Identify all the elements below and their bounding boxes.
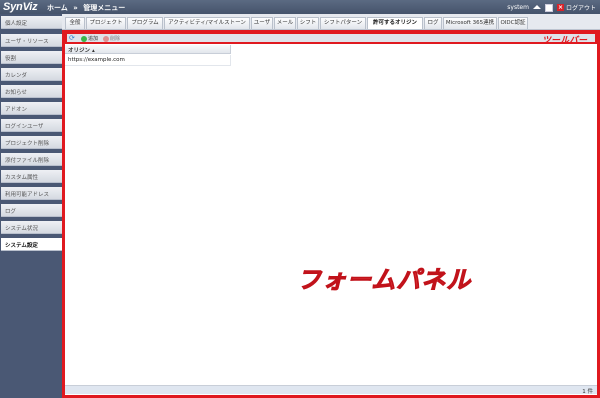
breadcrumb-current: 管理メニュー	[83, 4, 126, 12]
sidebar-item-system-status[interactable]: システム状況	[1, 221, 62, 234]
delete-label: 削除	[110, 36, 121, 42]
refresh-button[interactable]: ⟳	[69, 35, 75, 42]
user-name: system	[507, 4, 529, 11]
app-header: SynViz ホーム » 管理メニュー system × ログアウト	[0, 0, 600, 14]
sidebar-item-personal-settings[interactable]: 個人設定	[1, 16, 62, 29]
add-icon	[81, 35, 87, 42]
sort-asc-icon: ▴	[91, 48, 95, 54]
sidebar-item-users-resources[interactable]: ユーザ・リソース	[1, 34, 62, 47]
breadcrumb-home[interactable]: ホーム	[47, 4, 68, 12]
window-icon[interactable]	[544, 3, 553, 12]
sidebar-item-calendar[interactable]: カレンダ	[1, 68, 62, 81]
logout-label: ログアウト	[565, 5, 596, 12]
tab-program[interactable]: プログラム	[127, 17, 163, 29]
add-button[interactable]: 追加	[81, 35, 98, 42]
settings-tabbar: 全般 プロジェクト プログラム アクティビティ/マイルストーン ユーザ メール …	[62, 14, 600, 30]
tab-shift-pattern[interactable]: シフトパターン	[320, 17, 366, 29]
sidebar-item-log[interactable]: ログ	[1, 204, 62, 217]
delete-button[interactable]: 削除	[103, 35, 120, 42]
sidebar-item-roles[interactable]: 役割	[1, 51, 62, 64]
record-count: 1 件	[582, 389, 593, 395]
sidebar: 個人設定 ユーザ・リソース 役割 カレンダ お知らせ アドオン ログインユーザ …	[0, 14, 62, 398]
delete-icon	[103, 35, 109, 42]
logout-icon: ×	[556, 4, 564, 11]
header-actions: system × ログアウト	[507, 3, 596, 12]
sidebar-item-custom-attributes[interactable]: カスタム属性	[1, 170, 62, 183]
tab-log[interactable]: ログ	[424, 17, 442, 29]
table-row[interactable]: https://example.com	[65, 55, 231, 66]
tab-microsoft-365[interactable]: Microsoft 365連携	[443, 17, 497, 29]
tab-shift[interactable]: シフト	[297, 17, 319, 29]
sidebar-item-system-settings[interactable]: システム設定	[1, 238, 62, 251]
add-label: 追加	[88, 36, 99, 42]
sidebar-item-allowed-addresses[interactable]: 利用可能アドレス	[1, 187, 62, 200]
tab-oidc[interactable]: OIDC認証	[498, 17, 528, 29]
tab-user[interactable]: ユーザ	[251, 17, 273, 29]
origins-grid: オリジン ▴ https://example.com フォームパネル	[65, 45, 597, 385]
tab-project[interactable]: プロジェクト	[86, 17, 126, 29]
home-icon[interactable]	[532, 4, 541, 9]
refresh-icon: ⟳	[69, 34, 75, 42]
tab-general[interactable]: 全般	[65, 17, 85, 29]
column-header-label: オリジン	[68, 48, 91, 54]
app-logo[interactable]: SynViz	[3, 1, 38, 13]
sidebar-item-notices[interactable]: お知らせ	[1, 85, 62, 98]
logout-button[interactable]: × ログアウト	[556, 3, 596, 12]
sidebar-item-attachment-delete[interactable]: 添付ファイル削除	[1, 153, 62, 166]
sidebar-item-project-delete[interactable]: プロジェクト削除	[1, 136, 62, 149]
toolbar: ⟳ 追加 削除 ツールバー	[65, 32, 597, 46]
status-bar: 1 件	[65, 385, 597, 395]
breadcrumb-separator-icon: »	[73, 4, 78, 12]
sidebar-item-addons[interactable]: アドオン	[1, 102, 62, 115]
form-panel-annotation-label: フォームパネル	[296, 266, 472, 295]
breadcrumb: ホーム » 管理メニュー	[47, 3, 125, 13]
tab-activity-milestone[interactable]: アクティビティ/マイルストーン	[164, 17, 250, 29]
tab-mail[interactable]: メール	[274, 17, 296, 29]
sidebar-item-login-users[interactable]: ログインユーザ	[1, 119, 62, 132]
column-header-origin[interactable]: オリジン ▴	[65, 45, 231, 54]
tab-allowed-origins[interactable]: 許可するオリジン	[367, 17, 423, 29]
